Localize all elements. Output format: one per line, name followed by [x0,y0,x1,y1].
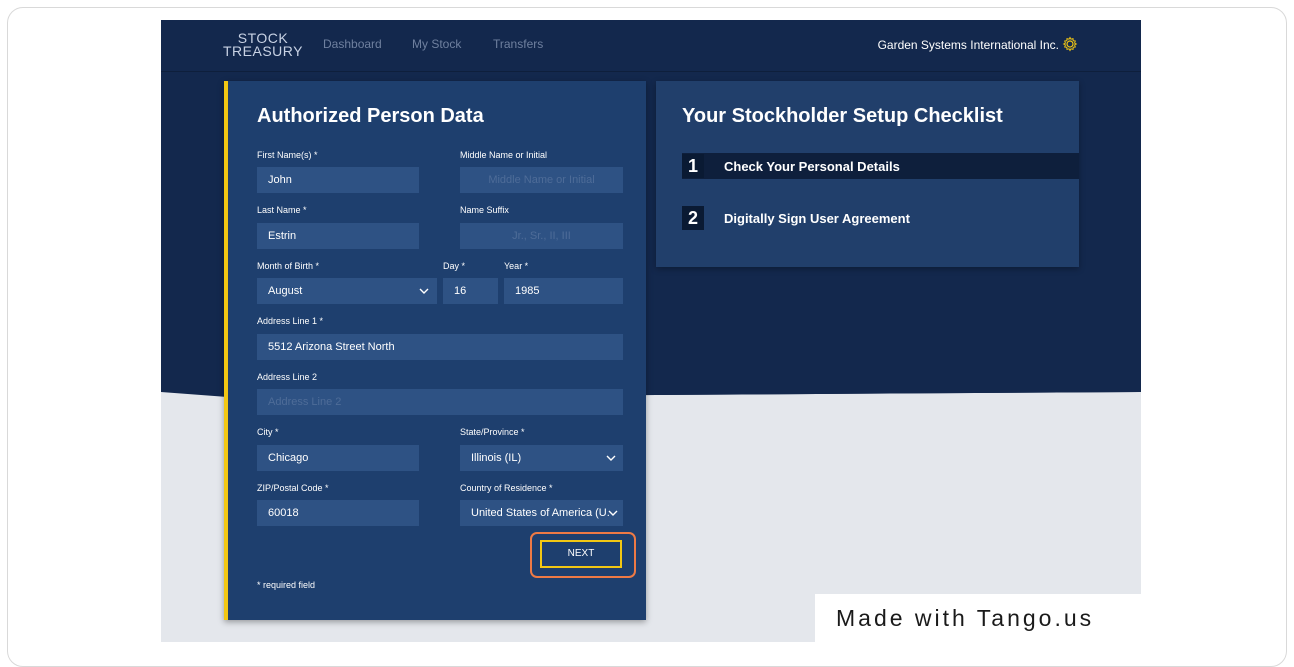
first-name-label: First Name(s) * [257,150,318,160]
setup-checklist-card: Your Stockholder Setup Checklist 1 Check… [656,81,1079,267]
first-name-input[interactable]: John [257,167,419,193]
state-label: State/Province * [460,427,525,437]
checklist-step-1[interactable]: 1 Check Your Personal Details [682,153,1079,179]
chevron-down-icon [606,455,616,461]
step-label: Digitally Sign User Agreement [724,211,910,226]
nav-transfers[interactable]: Transfers [493,37,543,51]
state-value: Illinois (IL) [471,452,522,464]
year-input[interactable]: 1985 [504,278,623,304]
month-label: Month of Birth * [257,261,320,271]
nav-dashboard[interactable]: Dashboard [323,37,382,51]
city-input[interactable]: Chicago [257,445,419,471]
form-title: Authorized Person Data [257,105,484,127]
middle-name-input[interactable]: Middle Name or Initial [460,167,623,193]
name-suffix-label: Name Suffix [460,205,509,215]
company-name: Garden Systems International Inc. [877,38,1059,52]
top-navigation-bar: STOCK TREASURY Dashboard My Stock Transf… [161,20,1141,72]
checklist-title: Your Stockholder Setup Checklist [682,105,1003,127]
chevron-down-icon [608,510,618,516]
country-select[interactable]: United States of America (U. [460,500,623,526]
step-number: 2 [682,206,704,230]
state-select[interactable]: Illinois (IL) [460,445,623,471]
step-label: Check Your Personal Details [724,159,900,174]
name-suffix-input[interactable]: Jr., Sr., II, III [460,223,623,249]
address-line1-input[interactable]: 5512 Arizona Street North [257,334,623,360]
day-input[interactable]: 16 [443,278,498,304]
nav-my-stock[interactable]: My Stock [412,37,461,51]
app-window: STOCK TREASURY Dashboard My Stock Transf… [161,20,1141,642]
chevron-down-icon [419,288,429,294]
address-line1-label: Address Line 1 * [257,316,324,326]
stock-treasury-logo[interactable]: STOCK TREASURY [223,31,303,58]
year-label: Year * [504,261,529,271]
address-line2-input[interactable]: Address Line 2 [257,389,623,415]
middle-name-label: Middle Name or Initial [460,150,548,160]
month-value: August [268,285,303,297]
country-value: United States of America (U. [471,507,610,519]
country-label: Country of Residence * [460,483,553,493]
zip-label: ZIP/Postal Code * [257,483,329,493]
gear-icon[interactable] [1062,36,1078,52]
tango-watermark: Made with Tango.us [815,594,1141,643]
last-name-label: Last Name * [257,205,307,215]
month-select[interactable]: August [257,278,437,304]
checklist-step-2[interactable]: 2 Digitally Sign User Agreement [682,205,1079,231]
next-button[interactable]: NEXT [540,540,622,568]
authorized-person-form: Authorized Person Data First Name(s) * J… [224,81,646,620]
day-label: Day * [443,261,466,271]
last-name-input[interactable]: Estrin [257,223,419,249]
zip-input[interactable]: 60018 [257,500,419,526]
city-label: City * [257,427,279,437]
address-line2-label: Address Line 2 [257,372,318,382]
required-field-note: * required field [257,580,316,590]
step-number: 1 [682,154,704,178]
